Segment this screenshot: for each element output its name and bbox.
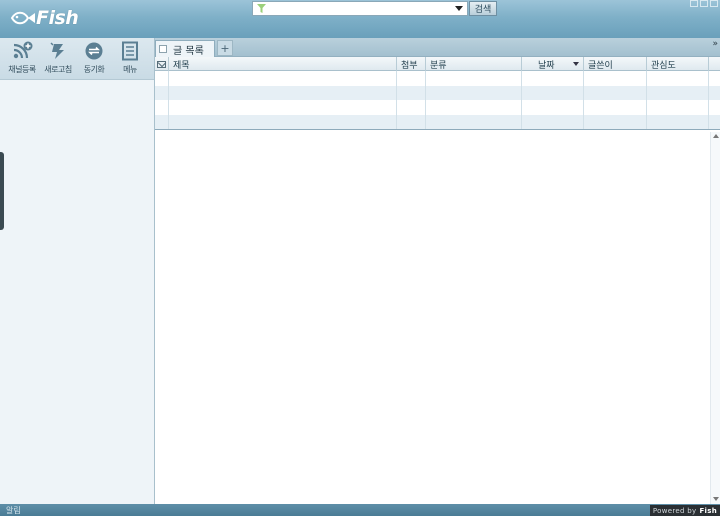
column-interest[interactable]: 관심도 xyxy=(647,57,709,71)
content-scrollbar[interactable] xyxy=(710,132,720,504)
tab-checkbox[interactable] xyxy=(159,45,167,53)
sort-desc-icon xyxy=(573,62,579,66)
column-category[interactable]: 분류 xyxy=(426,57,522,71)
sidebar-resize-handle[interactable] xyxy=(0,152,4,230)
window-controls xyxy=(690,0,718,7)
powered-by-badge: Powered by Fish xyxy=(649,505,720,516)
title-bar: Fish 검색 xyxy=(0,0,720,38)
column-author[interactable]: 글쓴이 xyxy=(584,57,647,71)
refresh-label: 새로고침 xyxy=(44,65,72,74)
close-icon[interactable] xyxy=(710,0,718,7)
main-panel: 글 목록 + » 제목 첨부 분류 날짜 글쓴이 관심도 xyxy=(155,38,720,504)
table-row[interactable] xyxy=(155,114,720,129)
refresh-icon xyxy=(50,42,64,59)
tab-label: 글 목록 xyxy=(173,45,204,57)
search-button[interactable]: 검색 xyxy=(469,1,497,16)
add-channel-button[interactable]: 채널등록 xyxy=(4,41,40,79)
status-text: 알림 xyxy=(6,505,21,515)
menu-button[interactable]: 메뉴 xyxy=(112,41,148,79)
table-row[interactable] xyxy=(155,85,720,100)
menu-label: 메뉴 xyxy=(123,65,137,74)
chevron-down-icon[interactable] xyxy=(455,6,463,11)
tab-bar: 글 목록 + » xyxy=(155,38,720,57)
sync-label: 동기화 xyxy=(83,65,105,74)
column-date[interactable]: 날짜 xyxy=(522,57,584,71)
fish-logo-icon xyxy=(10,11,35,25)
search-box[interactable] xyxy=(252,1,468,16)
scroll-up-icon[interactable] xyxy=(713,134,719,138)
tab-article-list[interactable]: 글 목록 xyxy=(155,40,215,57)
table-row[interactable] xyxy=(155,100,720,115)
sync-icon xyxy=(85,42,103,60)
add-channel-label: 채널등록 xyxy=(8,65,36,74)
refresh-button[interactable]: 새로고침 xyxy=(40,41,76,79)
logo-text: Fish xyxy=(36,7,79,29)
status-bar: 알림 Powered by Fish xyxy=(0,504,720,516)
filter-icon[interactable] xyxy=(257,4,266,13)
envelope-icon xyxy=(157,60,166,68)
search-bar: 검색 xyxy=(252,1,497,16)
app-logo: Fish xyxy=(10,6,79,30)
sidebar-toolbar: 채널등록 새로고침 동기화 메뉴 xyxy=(0,38,154,80)
menu-list-icon xyxy=(122,41,138,61)
table-header: 제목 첨부 분류 날짜 글쓴이 관심도 xyxy=(155,57,720,71)
table-row[interactable] xyxy=(155,71,720,86)
powered-brand: Fish xyxy=(699,506,717,515)
column-attachment[interactable]: 첨부 xyxy=(397,57,426,71)
minimize-icon[interactable] xyxy=(690,0,698,7)
list-divider[interactable] xyxy=(155,129,720,130)
search-input[interactable] xyxy=(269,2,449,15)
article-list xyxy=(155,71,720,130)
restore-icon[interactable] xyxy=(700,0,708,7)
add-tab-button[interactable]: + xyxy=(217,40,233,56)
sync-button[interactable]: 동기화 xyxy=(76,41,112,79)
rss-add-icon xyxy=(13,41,33,59)
scroll-down-icon[interactable] xyxy=(713,497,719,501)
tab-scroll-icon[interactable]: » xyxy=(712,39,718,49)
read-status-column[interactable] xyxy=(155,57,169,71)
column-title[interactable]: 제목 xyxy=(169,57,397,71)
column-date-label: 날짜 xyxy=(538,60,555,71)
powered-prefix: Powered by xyxy=(652,506,697,515)
sidebar: 채널등록 새로고침 동기화 메뉴 xyxy=(0,38,155,504)
